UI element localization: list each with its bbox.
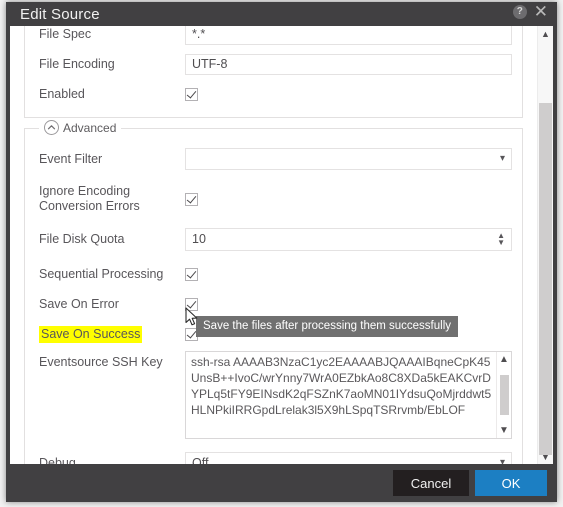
- field-event-filter: ▾: [185, 148, 512, 170]
- scroll-up-icon[interactable]: ▲: [538, 26, 553, 41]
- label-ignore-encoding-errors: Ignore Encoding Conversion Errors: [39, 184, 185, 214]
- debug-select[interactable]: Off ▾: [185, 452, 512, 464]
- file-spec-input[interactable]: *.*: [185, 26, 512, 45]
- form-content: File Spec *.* File Encoding UTF-8 Enable…: [10, 26, 537, 464]
- chevron-down-icon: ▾: [499, 457, 505, 465]
- label-sequential-processing: Sequential Processing: [39, 266, 164, 281]
- row-eventsource-ssh-key: Eventsource SSH Key ssh-rsa AAAAB3NzaC1y…: [25, 349, 522, 443]
- advanced-legend-label: Advanced: [63, 120, 117, 135]
- dialog-footer: Cancel OK: [6, 464, 557, 502]
- label-save-on-success: Save On Success: [39, 325, 143, 343]
- row-sequential-processing: Sequential Processing: [25, 259, 522, 289]
- field-eventsource-ssh-key: ssh-rsa AAAAB3NzaC1yc2EAAAABJQAAAIBqneCp…: [185, 351, 512, 439]
- label-file-encoding: File Encoding: [39, 56, 115, 71]
- spinner-icon[interactable]: ▲ ▼: [497, 232, 505, 247]
- advanced-legend[interactable]: Advanced: [39, 120, 122, 135]
- label-debug: Debug: [39, 455, 76, 465]
- ignore-encoding-errors-checkbox[interactable]: [185, 192, 198, 206]
- field-sequential-processing: [185, 267, 512, 281]
- spinner-down-icon[interactable]: ▼: [497, 239, 505, 247]
- enabled-checkbox[interactable]: [185, 87, 198, 101]
- form-scrollbar[interactable]: ▲ ▼: [537, 26, 553, 464]
- label-enabled: Enabled: [39, 86, 85, 101]
- form-scroll-viewport: File Spec *.* File Encoding UTF-8 Enable…: [10, 26, 537, 464]
- label-event-filter: Event Filter: [39, 151, 103, 166]
- row-event-filter: Event Filter ▾: [25, 139, 522, 179]
- label-save-on-error: Save On Error: [39, 296, 119, 311]
- basic-settings-group: File Spec *.* File Encoding UTF-8 Enable…: [24, 26, 523, 118]
- label-ignore-encoding-line2: Conversion Errors: [39, 199, 140, 213]
- file-disk-quota-value: 10: [192, 232, 206, 246]
- form-scrollbar-track[interactable]: [538, 41, 553, 455]
- field-enabled: [185, 87, 512, 101]
- eventsource-ssh-key-value: ssh-rsa AAAAB3NzaC1yc2EAAAABJQAAAIBqneCp…: [191, 355, 492, 417]
- row-save-on-error: Save On Error: [25, 289, 522, 319]
- row-file-spec: File Spec *.*: [25, 26, 522, 49]
- form-scrollbar-thumb[interactable]: [539, 103, 552, 455]
- label-file-disk-quota: File Disk Quota: [39, 231, 125, 246]
- event-filter-select[interactable]: ▾: [185, 148, 512, 170]
- cancel-button[interactable]: Cancel: [393, 470, 469, 496]
- row-ignore-encoding-errors: Ignore Encoding Conversion Errors: [25, 179, 522, 219]
- label-eventsource-ssh-key: Eventsource SSH Key: [39, 355, 163, 369]
- label-cell-save-on-success: Save On Success: [39, 325, 185, 343]
- save-on-error-checkbox[interactable]: [185, 297, 198, 311]
- dialog-title: Edit Source: [20, 5, 100, 23]
- field-debug: Off ▾: [185, 452, 512, 464]
- field-file-encoding: UTF-8: [185, 53, 512, 75]
- debug-value: Off: [192, 456, 209, 464]
- ssh-key-scrollbar[interactable]: ▲ ▼: [496, 352, 511, 438]
- field-save-on-error: [185, 297, 512, 311]
- help-icon[interactable]: ?: [512, 4, 527, 19]
- advanced-settings-group: Advanced Event Filter ▾ Ignore Encoding …: [24, 120, 523, 464]
- label-file-spec: File Spec: [39, 26, 92, 41]
- tooltip: Save the files after processing them suc…: [196, 316, 459, 337]
- ssh-key-scroll-down-icon[interactable]: ▼: [499, 425, 509, 436]
- close-icon[interactable]: ✕: [533, 3, 549, 20]
- file-encoding-input[interactable]: UTF-8: [185, 53, 512, 75]
- field-file-disk-quota: 10 ▲ ▼: [185, 227, 512, 251]
- row-debug: Debug Off ▾: [25, 443, 522, 464]
- row-file-disk-quota: File Disk Quota 10 ▲ ▼: [25, 219, 522, 259]
- field-ignore-encoding-errors: [185, 192, 512, 206]
- field-file-spec: *.*: [185, 26, 512, 45]
- ok-button[interactable]: OK: [475, 470, 547, 496]
- dialog-body: File Spec *.* File Encoding UTF-8 Enable…: [10, 26, 553, 464]
- label-ignore-encoding-line1: Ignore Encoding: [39, 184, 131, 198]
- sequential-processing-checkbox[interactable]: [185, 267, 198, 281]
- row-file-encoding: File Encoding UTF-8: [25, 49, 522, 79]
- chevron-down-icon: ▾: [499, 153, 505, 164]
- row-enabled: Enabled: [25, 79, 522, 109]
- dialog-titlebar: Edit Source ? ✕: [6, 2, 557, 26]
- edit-source-dialog: Edit Source ? ✕ File Spec *.* File Encod…: [6, 2, 557, 502]
- ssh-key-scroll-thumb[interactable]: [499, 375, 509, 415]
- file-disk-quota-input[interactable]: 10 ▲ ▼: [185, 227, 512, 251]
- chevron-up-icon[interactable]: [44, 120, 59, 135]
- titlebar-actions: ? ✕: [512, 3, 549, 20]
- screenshot-root: Edit Source ? ✕ File Spec *.* File Encod…: [0, 0, 563, 507]
- ssh-key-scroll-up-icon[interactable]: ▲: [499, 354, 509, 365]
- eventsource-ssh-key-textarea[interactable]: ssh-rsa AAAAB3NzaC1yc2EAAAABJQAAAIBqneCp…: [185, 351, 512, 439]
